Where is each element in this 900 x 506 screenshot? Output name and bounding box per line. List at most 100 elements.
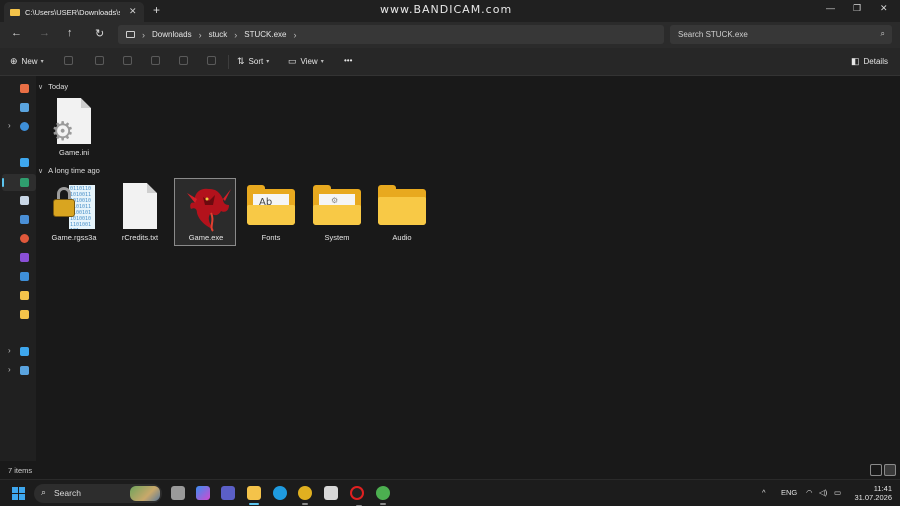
folder-icon: ⚙	[313, 183, 361, 229]
document-shape	[123, 183, 157, 229]
close-button[interactable]: ✕	[880, 3, 888, 14]
clock-time: 11:41	[873, 484, 892, 493]
file-explorer-icon[interactable]	[247, 486, 261, 505]
new-tab-button[interactable]: +	[153, 4, 160, 16]
share-icon[interactable]	[179, 56, 188, 65]
chevron-right-icon[interactable]: ›	[8, 365, 11, 374]
file-item-game-exe[interactable]: Game.exe	[174, 178, 236, 246]
dragon-icon	[187, 188, 231, 232]
chevron-right-icon[interactable]: ›	[293, 30, 296, 40]
music-icon[interactable]	[20, 234, 29, 243]
chevron-right-icon: ›	[142, 29, 145, 40]
clock[interactable]: 11:41 31.07.2026	[848, 484, 892, 502]
back-button[interactable]: ←	[11, 27, 22, 39]
gear-icon: ⚙	[331, 196, 339, 205]
battery-icon[interactable]: ▭	[834, 488, 841, 497]
tab-close-button[interactable]: ✕	[129, 6, 137, 17]
chevron-down-icon: ▾	[266, 59, 270, 65]
delete-icon[interactable]	[207, 56, 216, 65]
status-bar: 7 items	[0, 461, 900, 479]
file-item-rcredits-txt[interactable]: rCredits.txt	[109, 179, 171, 247]
copy-icon[interactable]	[95, 56, 104, 65]
windows-start-icon[interactable]	[12, 487, 25, 500]
sort-button-label: Sort	[248, 57, 264, 66]
gallery-icon[interactable]	[20, 103, 29, 112]
file-name: Game.exe	[188, 233, 224, 242]
refresh-button[interactable]: ↻	[95, 27, 104, 40]
chevron-right-icon: ›	[234, 29, 238, 40]
text-file-icon	[119, 183, 161, 229]
videos-icon[interactable]	[20, 253, 29, 262]
chevron-right-icon[interactable]: ›	[8, 346, 11, 355]
taskbar-search[interactable]: ⌕ Search	[34, 484, 162, 503]
rename-icon[interactable]	[151, 56, 160, 65]
chevron-down-icon: ▾	[40, 59, 44, 65]
details-button-label: Details	[863, 57, 888, 66]
view-button[interactable]: ▭ View ▾	[288, 56, 324, 67]
edge-icon[interactable]	[273, 486, 287, 500]
large-icons-view-icon[interactable]	[884, 464, 896, 476]
desktop-icon[interactable]	[20, 158, 29, 167]
folder-icon[interactable]	[20, 310, 29, 319]
locked-archive-icon: 0110110101001110100101101011010010110100…	[53, 183, 95, 229]
file-name: Audio	[392, 233, 412, 242]
volume-icon[interactable]: ◁)	[819, 488, 827, 497]
tab-current[interactable]: C:\Users\USER\Downloads\stu ✕	[4, 2, 144, 22]
show-hidden-icons-button[interactable]: ^	[762, 488, 766, 497]
minimize-button[interactable]: —	[826, 3, 835, 13]
copilot-icon[interactable]	[196, 486, 210, 500]
store-icon[interactable]	[324, 486, 338, 500]
this-pc-icon[interactable]	[126, 31, 135, 38]
breadcrumb-stuck-exe[interactable]: STUCK.exe	[244, 30, 286, 39]
forward-button[interactable]: →	[39, 27, 50, 39]
search-input[interactable]: Search STUCK.exe ⌕	[670, 25, 892, 44]
folder-item-audio[interactable]: Audio	[371, 179, 433, 247]
bandicam-watermark: www.BANDICAM.com	[380, 3, 513, 16]
chevron-right-icon[interactable]: ›	[8, 121, 11, 130]
breadcrumb-stuck[interactable]: stuck	[209, 30, 228, 39]
folder-item-system[interactable]: ⚙ System	[306, 179, 368, 247]
new-button-label: New	[21, 57, 38, 66]
home-icon[interactable]	[20, 84, 29, 93]
task-view-icon[interactable]	[171, 486, 185, 500]
group-header-today[interactable]: ∨ Today	[38, 82, 68, 91]
view-button-label: View	[300, 57, 318, 66]
file-list: ∨ Today ⚙ Game.ini ∨ A long time ago 011…	[36, 76, 900, 461]
group-label: Today	[48, 82, 69, 91]
teams-icon[interactable]	[221, 486, 235, 500]
maximize-button[interactable]: ❐	[853, 3, 861, 14]
chrome-profile-icon[interactable]	[376, 486, 390, 505]
sidebar-item-downloads[interactable]	[2, 174, 36, 191]
address-bar: ← → ↑ ↻ › Downloads › stuck › STUCK.exe …	[0, 22, 900, 48]
new-button[interactable]: ⊕ New ▾	[10, 56, 44, 67]
folder-icon	[10, 8, 20, 16]
group-label: A long time ago	[48, 166, 100, 175]
breadcrumb[interactable]: › Downloads › stuck › STUCK.exe ›	[118, 25, 664, 44]
details-button[interactable]: ◧ Details	[851, 56, 888, 67]
recycle-bin-icon[interactable]	[20, 272, 29, 281]
dragon-exe-icon	[185, 183, 231, 232]
file-item-game-rgss3a[interactable]: 0110110101001110100101101011010010110100…	[43, 179, 105, 247]
network-icon[interactable]	[20, 366, 29, 375]
onedrive-icon[interactable]	[20, 122, 29, 131]
up-button[interactable]: ↑	[67, 27, 73, 39]
sort-button[interactable]: ⇅ Sort ▾	[237, 56, 269, 67]
documents-icon[interactable]	[20, 196, 29, 205]
pictures-icon[interactable]	[20, 215, 29, 224]
chrome-icon[interactable]	[298, 486, 312, 505]
paste-icon[interactable]	[123, 56, 132, 65]
clock-date: 31.07.2026	[854, 493, 892, 502]
more-options-button[interactable]: •••	[344, 56, 352, 65]
file-item-game-ini[interactable]: ⚙ Game.ini	[43, 94, 105, 162]
wifi-icon[interactable]: ◠	[806, 488, 813, 497]
cut-icon[interactable]	[64, 56, 73, 65]
this-pc-icon[interactable]	[20, 347, 29, 356]
group-header-long-ago[interactable]: ∨ A long time ago	[38, 166, 100, 175]
bandicam-icon[interactable]	[350, 486, 364, 506]
folder-icon[interactable]	[20, 291, 29, 300]
file-name: System	[324, 233, 350, 242]
breadcrumb-downloads[interactable]: Downloads	[152, 30, 192, 39]
folder-item-fonts[interactable]: Ab Fonts	[240, 179, 302, 247]
language-indicator[interactable]: ENG	[781, 488, 797, 497]
details-view-icon[interactable]	[870, 464, 882, 476]
